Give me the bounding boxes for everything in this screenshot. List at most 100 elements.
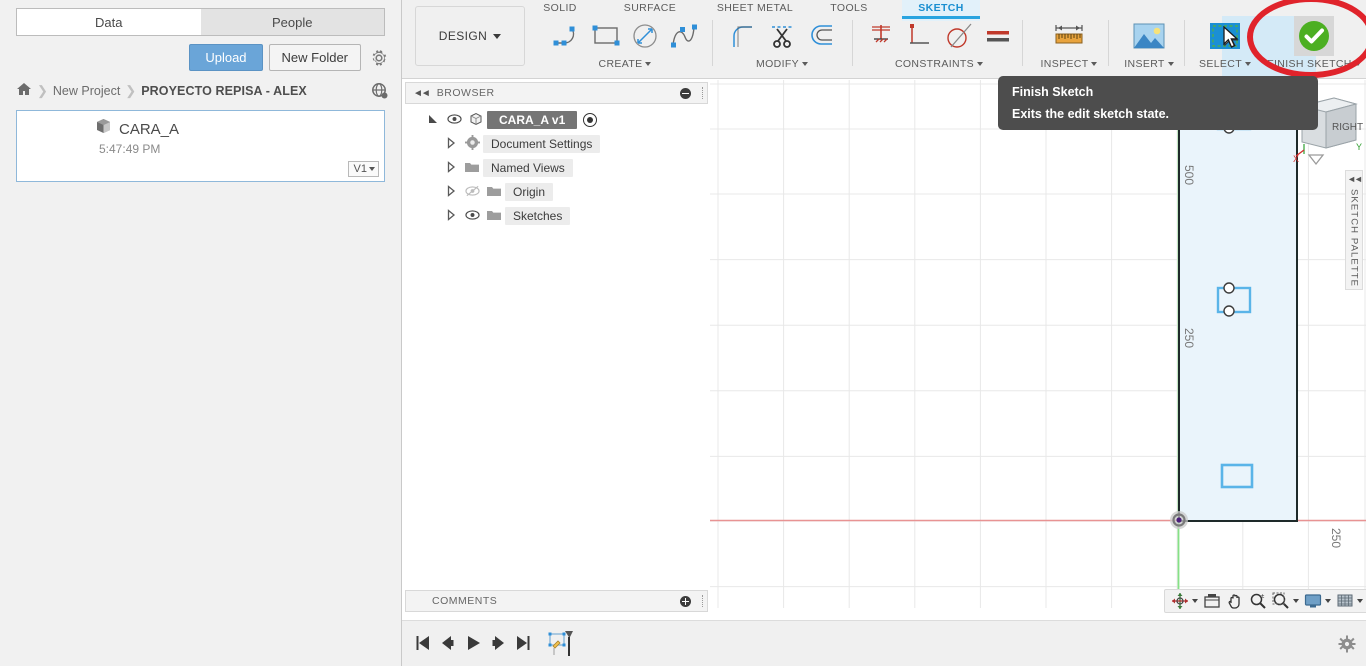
tree-label-origin[interactable]: Origin (505, 183, 554, 201)
comments-title: COMMENTS (432, 595, 498, 607)
tree-row-named-views[interactable]: Named Views (405, 156, 708, 180)
trim-icon[interactable] (765, 19, 799, 53)
browser-resize-grip[interactable] (702, 87, 703, 99)
insert-image-icon[interactable] (1129, 16, 1169, 56)
breadcrumb-new-project[interactable]: New Project (53, 84, 120, 98)
new-folder-button[interactable]: New Folder (268, 44, 361, 71)
equal-icon[interactable] (981, 19, 1015, 53)
tree-row-document-settings[interactable]: Document Settings (405, 132, 708, 156)
gear-icon[interactable] (369, 48, 389, 68)
add-circle-icon[interactable] (680, 595, 691, 607)
visibility-eye-off-icon[interactable] (461, 185, 483, 200)
panel-insert-label[interactable]: INSERT (1112, 58, 1186, 70)
tangent-icon[interactable] (942, 19, 976, 53)
browser-header: ◄◄ BROWSER (405, 82, 708, 104)
rectangle-icon[interactable] (589, 19, 623, 53)
timeline-step-back[interactable] (438, 634, 456, 657)
expand-triangle-icon[interactable] (441, 160, 461, 176)
chevron-down-icon (1244, 62, 1251, 67)
panel-finish-sketch-label[interactable]: FINISH SKETCH (1264, 58, 1364, 70)
panel-inspect-label-text: INSPECT (1040, 58, 1089, 70)
grid-snaps-icon[interactable] (1334, 592, 1365, 610)
panel-insert: INSERT (1112, 16, 1186, 78)
tree-row-cara-a[interactable]: CARA_A v1 (405, 108, 708, 132)
gear-icon[interactable] (1338, 635, 1356, 658)
timeline-play[interactable] (464, 634, 482, 657)
comments-resize-grip[interactable] (702, 595, 703, 607)
tab-tools[interactable]: TOOLS (814, 0, 884, 16)
tree-label-cara-a[interactable]: CARA_A v1 (487, 111, 578, 129)
x-tick-label-250: 250 (1329, 528, 1343, 549)
data-panel-tabs: Data People (0, 0, 401, 36)
folder-icon (461, 160, 483, 177)
activate-component-radio[interactable] (583, 113, 598, 127)
green-check-icon[interactable] (1294, 16, 1334, 56)
collapse-right-icon[interactable]: ◄◄ (1347, 174, 1363, 184)
upload-button[interactable]: Upload (189, 44, 263, 71)
file-card-name: CARA_A (119, 120, 180, 138)
browser-tree: CARA_A v1 Document Settings Named Views (405, 108, 708, 228)
measure-ruler-icon[interactable] (1049, 16, 1089, 56)
minimize-circle-icon[interactable] (680, 87, 691, 99)
ground-constraint-icon[interactable] (864, 19, 898, 53)
timeline-sketch-feature[interactable] (548, 630, 574, 663)
folder-icon (483, 208, 505, 225)
tree-label-named-views[interactable]: Named Views (483, 159, 573, 177)
chevron-down-icon (1091, 62, 1098, 67)
visibility-eye-icon[interactable] (443, 113, 465, 128)
home-icon[interactable] (16, 81, 32, 100)
tree-label-document-settings[interactable]: Document Settings (483, 135, 601, 153)
panel-constraints-label[interactable]: CONSTRAINTS (857, 58, 1021, 70)
visibility-eye-icon[interactable] (461, 209, 483, 224)
y-tick-label-250: 250 (1182, 328, 1196, 349)
expand-triangle-icon[interactable] (441, 136, 461, 152)
expand-triangle-icon[interactable] (441, 208, 461, 224)
home-view-icon[interactable] (1306, 152, 1326, 168)
offset-icon[interactable] (804, 19, 838, 53)
pan-hand-icon[interactable] (1224, 592, 1246, 610)
chevron-down-icon (1325, 599, 1331, 603)
panel-inspect-icons (1027, 16, 1111, 56)
zoom-window-icon[interactable] (1270, 592, 1301, 610)
timeline-go-start[interactable] (414, 634, 432, 657)
perpendicular-icon[interactable] (903, 19, 937, 53)
display-settings-icon[interactable] (1302, 592, 1333, 610)
timeline-go-end[interactable] (514, 634, 532, 657)
tab-people[interactable]: People (200, 8, 385, 36)
tab-sheet-metal[interactable]: SHEET METAL (700, 0, 810, 16)
orbit-icon[interactable] (1169, 592, 1200, 610)
tab-surface[interactable]: SURFACE (604, 0, 696, 16)
globe-share-icon[interactable] (371, 82, 389, 100)
file-card-cara-a[interactable]: CARA_A 5:47:49 PM V1 (16, 110, 385, 182)
expand-triangle-icon[interactable] (423, 113, 443, 128)
svg-text:RIGHT: RIGHT (1332, 122, 1363, 133)
collapse-left-icon[interactable]: ◄◄ (413, 88, 431, 99)
expand-triangle-icon[interactable] (441, 184, 461, 200)
tab-solid[interactable]: SOLID (520, 0, 600, 16)
sketch-canvas[interactable]: 500 250 250 500 750 (710, 80, 1366, 608)
zoom-icon[interactable]: ± (1247, 592, 1269, 610)
chevron-down-icon (1357, 599, 1363, 603)
ribbon-divider-4 (1108, 20, 1109, 66)
sketch-palette-tab[interactable]: ◄◄ SKETCH PALETTE (1345, 170, 1363, 290)
tab-data[interactable]: Data (16, 8, 201, 36)
breadcrumb-project[interactable]: PROYECTO REPISA - ALEX (141, 84, 307, 98)
panel-modify-label[interactable]: MODIFY (716, 58, 848, 70)
file-card-version[interactable]: V1 (347, 161, 379, 177)
arc-icon[interactable] (550, 19, 584, 53)
timeline-step-forward[interactable] (490, 634, 508, 657)
spline-icon[interactable] (667, 19, 701, 53)
tree-row-origin[interactable]: Origin (405, 180, 708, 204)
panel-create-label[interactable]: CREATE (532, 58, 718, 70)
tree-label-sketches[interactable]: Sketches (505, 207, 571, 225)
panel-select-label[interactable]: SELECT (1188, 58, 1262, 70)
circle-icon[interactable] (628, 19, 662, 53)
navigation-bar: ± (1164, 589, 1366, 613)
look-at-icon[interactable] (1201, 592, 1223, 610)
tree-row-sketches[interactable]: Sketches (405, 204, 708, 228)
workspace-design-button[interactable]: DESIGN (415, 6, 525, 66)
panel-inspect-label[interactable]: INSPECT (1027, 58, 1111, 70)
panel-constraints: CONSTRAINTS (857, 16, 1021, 78)
fillet-icon[interactable] (726, 19, 760, 53)
tooltip-finish-sketch: Finish Sketch Exits the edit sketch stat… (998, 76, 1318, 130)
